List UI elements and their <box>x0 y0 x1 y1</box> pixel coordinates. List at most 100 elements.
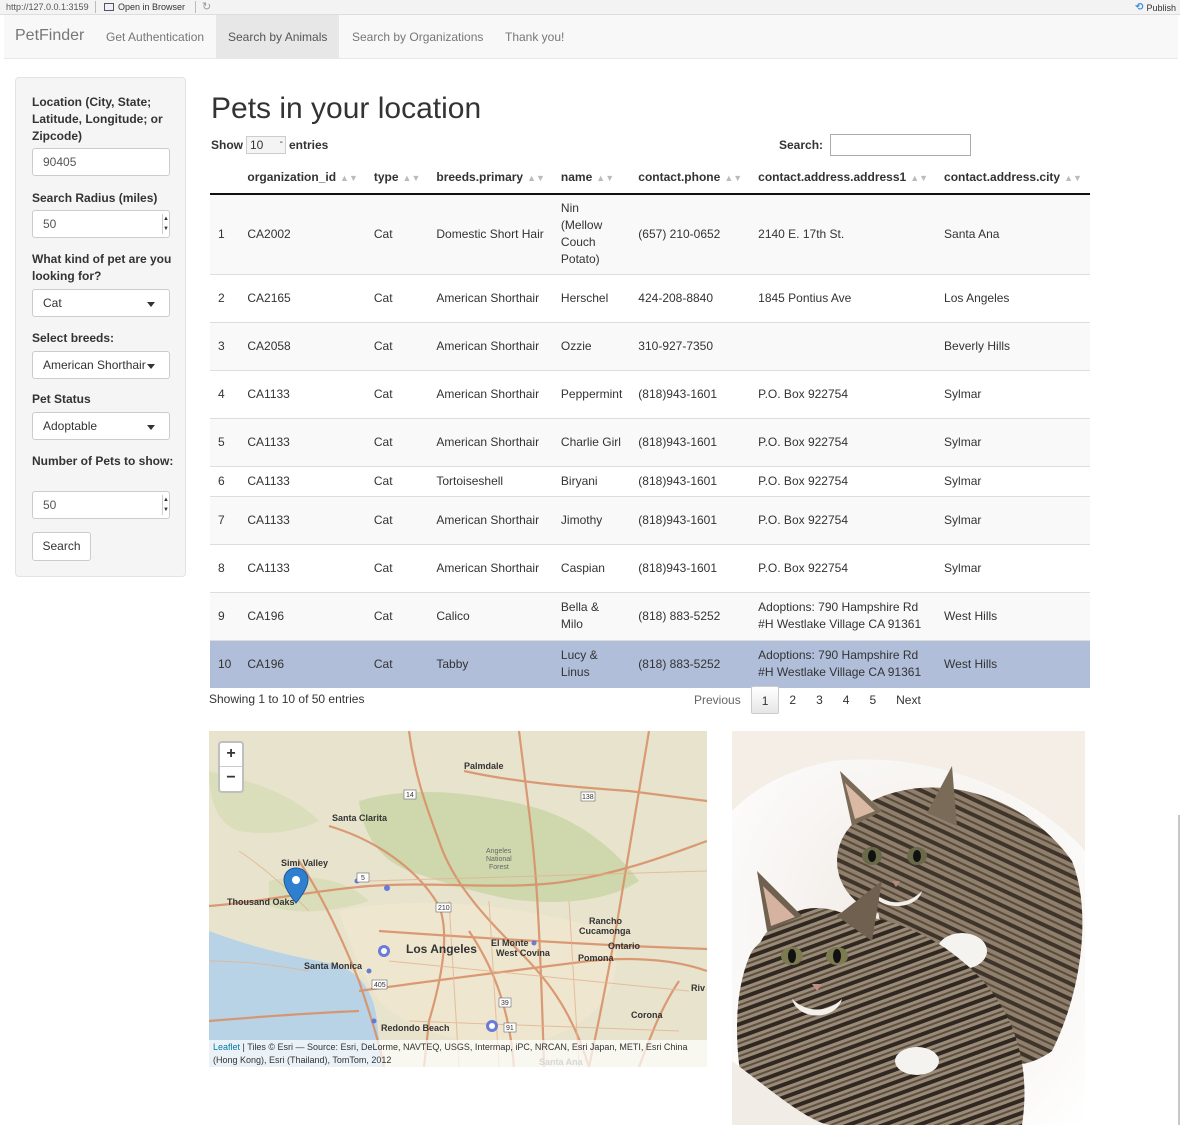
cell-phone: (818) 883-5252 <box>630 591 751 640</box>
pagination-page-2[interactable]: 2 <box>779 686 806 714</box>
cell-city: Los Angeles <box>936 273 1090 322</box>
breeds-select[interactable]: American Shorthair <box>32 351 170 379</box>
column-header-contact-phone[interactable]: contact.phone ▲▼ <box>630 160 751 195</box>
column-header-organization-id[interactable]: organization_id ▲▼ <box>239 160 366 195</box>
cell-type: Cat <box>365 543 429 592</box>
pet-type-label: What kind of pet are you looking for? <box>32 252 172 283</box>
page-length-select[interactable]: 10 <box>246 136 286 154</box>
map-tiles: 14 138 5 210 405 39 91 Palmdale Santa Cl… <box>209 731 707 1067</box>
count-value: 50 <box>43 498 57 512</box>
cell-index: 1 <box>210 193 240 274</box>
publish-button[interactable]: ⟲ Publish <box>1135 2 1176 13</box>
pagination-page-4[interactable]: 4 <box>833 686 860 714</box>
cell-phone: (818)943-1601 <box>630 543 751 592</box>
cell-index: 5 <box>210 417 240 466</box>
column-header-name[interactable]: name ▲▼ <box>552 160 631 195</box>
cell-organization-id: CA1133 <box>239 465 366 496</box>
cell-name: Biryani <box>552 465 631 496</box>
navbar-brand[interactable]: PetFinder <box>15 27 84 45</box>
table-row[interactable]: 7 CA1133 Cat American Shorthair Jimothy (818)… <box>210 495 1090 544</box>
location-input[interactable]: 90405 <box>32 148 170 176</box>
chevron-down-icon <box>147 425 155 430</box>
cell-name: Charlie Girl <box>552 417 631 466</box>
url-text[interactable]: http://127.0.0.1:3159 <box>6 2 89 12</box>
pet-type-select[interactable]: Cat <box>32 289 170 317</box>
cell-breed: Calico <box>428 591 553 640</box>
table-row[interactable]: 6 CA1133 Cat Tortoiseshell Biryani (818)943-1… <box>210 465 1090 496</box>
search-button[interactable]: Search <box>32 532 91 561</box>
cell-address: P.O. Box 922754 <box>750 465 937 496</box>
table-row[interactable]: 4 CA1133 Cat American Shorthair Peppermint (8… <box>210 369 1090 418</box>
svg-text:Los Angeles: Los Angeles <box>406 942 477 956</box>
sort-icon: ▲▼ <box>340 172 358 183</box>
count-spinner[interactable]: ▲ ▼ <box>162 495 169 515</box>
pagination-previous[interactable]: Previous <box>684 686 751 714</box>
cell-index: 2 <box>210 273 240 322</box>
tab-thank-you[interactable]: Thank you! <box>493 15 576 59</box>
cell-organization-id: CA1133 <box>239 369 366 418</box>
cell-phone: (818)943-1601 <box>630 369 751 418</box>
table-info: Showing 1 to 10 of 50 entries <box>209 692 365 706</box>
svg-text:Simi Valley: Simi Valley <box>281 858 328 868</box>
table-row[interactable]: 10 CA196 Cat Tabby Lucy & Linus (818) 883-525… <box>210 639 1090 688</box>
table-row[interactable]: 2 CA2165 Cat American Shorthair Herschel 424-… <box>210 273 1090 322</box>
cell-city: Sylmar <box>936 465 1090 496</box>
cell-type: Cat <box>365 639 429 688</box>
publish-label: Publish <box>1146 2 1176 13</box>
svg-text:Redondo Beach: Redondo Beach <box>381 1023 450 1033</box>
radius-input[interactable]: 50 ▲ ▼ <box>32 210 170 238</box>
map[interactable]: 14 138 5 210 405 39 91 Palmdale Santa Cl… <box>209 731 707 1067</box>
cell-phone: (818)943-1601 <box>630 417 751 466</box>
cell-address: 1845 Pontius Ave <box>750 273 937 322</box>
table-search-input[interactable] <box>830 134 971 156</box>
pagination-next[interactable]: Next <box>886 686 931 714</box>
cell-address <box>750 321 937 370</box>
sort-icon: ▲▼ <box>1064 172 1082 183</box>
svg-text:West Covina: West Covina <box>496 948 551 958</box>
cell-type: Cat <box>365 591 429 640</box>
column-header-city[interactable]: contact.address.city ▲▼ <box>936 160 1090 195</box>
zoom-out-button[interactable]: − <box>220 767 242 791</box>
table-row[interactable]: 9 CA196 Cat Calico Bella & Milo (818) 883-525… <box>210 591 1090 640</box>
table-row[interactable]: 3 CA2058 Cat American Shorthair Ozzie 310-927… <box>210 321 1090 370</box>
pagination-page-1[interactable]: 1 <box>750 686 780 714</box>
column-header-type[interactable]: type ▲▼ <box>365 160 429 195</box>
table-row[interactable]: 5 CA1133 Cat American Shorthair Charlie Girl… <box>210 417 1090 466</box>
cell-address: P.O. Box 922754 <box>750 417 937 466</box>
svg-text:Palmdale: Palmdale <box>464 761 504 771</box>
pagination-page-5[interactable]: 5 <box>859 686 886 714</box>
radius-spinner[interactable]: ▲ ▼ <box>162 214 169 234</box>
tab-get-authentication[interactable]: Get Authentication <box>94 15 216 59</box>
leaflet-link[interactable]: Leaflet <box>213 1042 240 1052</box>
cell-organization-id: CA1133 <box>239 543 366 592</box>
sort-icon: ▲▼ <box>596 172 615 183</box>
table-row[interactable]: 8 CA1133 Cat American Shorthair Caspian (818)… <box>210 543 1090 592</box>
cell-index: 7 <box>210 495 240 544</box>
status-select[interactable]: Adoptable <box>32 412 170 440</box>
map-zoom-control: + − <box>218 741 244 793</box>
cell-type: Cat <box>365 193 429 274</box>
table-row[interactable]: 1 CA2002 Cat Domestic Short Hair Nin (Mellow… <box>210 193 1090 274</box>
svg-text:Forest: Forest <box>489 864 509 871</box>
refresh-icon[interactable]: ↻ <box>202 0 211 13</box>
cell-phone: 310-927-7350 <box>630 321 751 370</box>
sidebar-panel: Location (City, State; Latitude, Longitu… <box>15 77 186 577</box>
column-header-address1[interactable]: contact.address.address1 ▲▼ <box>750 160 937 195</box>
location-label: Location (City, State; Latitude, Longitu… <box>32 95 163 143</box>
tab-search-by-organizations[interactable]: Search by Organizations <box>340 15 495 59</box>
cell-organization-id: CA1133 <box>239 495 366 544</box>
open-in-browser-button[interactable]: Open in Browser <box>104 2 185 12</box>
pets-table: organization_id ▲▼ type ▲▼ breeds.primary ▲… <box>210 160 1090 688</box>
pagination-page-3[interactable]: 3 <box>806 686 833 714</box>
column-header-index <box>210 160 240 195</box>
column-header-breeds-primary[interactable]: breeds.primary ▲▼ <box>428 160 553 195</box>
window-icon <box>104 3 114 11</box>
table-search-label: Search: <box>779 138 824 152</box>
radius-label: Search Radius (miles) <box>32 191 158 205</box>
tab-search-by-animals[interactable]: Search by Animals <box>216 15 340 59</box>
pagination: Previous 1 2 3 4 5 Next <box>684 686 931 714</box>
zoom-in-button[interactable]: + <box>220 743 242 767</box>
cell-type: Cat <box>365 369 429 418</box>
svg-text:Rancho: Rancho <box>589 916 623 926</box>
count-input[interactable]: 50 ▲ ▼ <box>32 491 170 519</box>
